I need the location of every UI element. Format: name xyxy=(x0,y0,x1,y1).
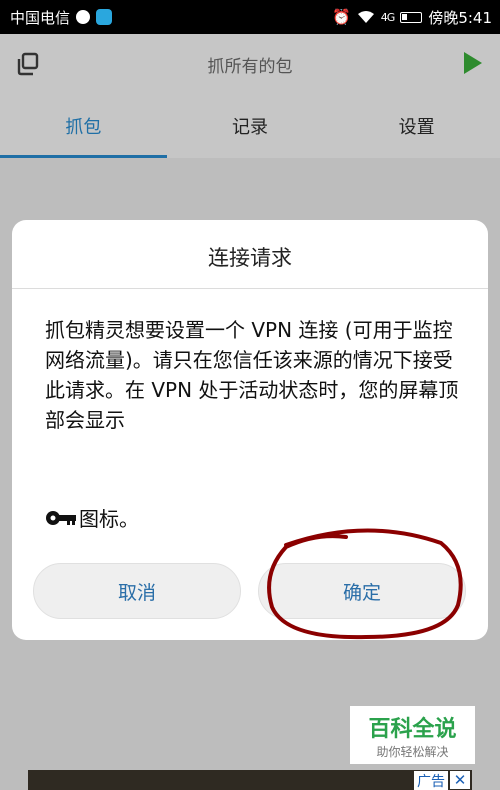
tab-bar: 抓包 记录 设置 xyxy=(0,94,500,158)
tab-records[interactable]: 记录 xyxy=(167,94,334,158)
cancel-button[interactable]: 取消 xyxy=(33,563,241,619)
watermark-logo: 百科全说 助你轻松解决 xyxy=(350,706,475,764)
confirm-button[interactable]: 确定 xyxy=(258,563,466,619)
battery-icon xyxy=(400,11,423,23)
dialog-divider xyxy=(12,288,488,289)
watermark-subtitle: 助你轻松解决 xyxy=(376,744,449,759)
app-toolbar: 抓所有的包 xyxy=(0,34,500,94)
page-title: 抓所有的包 xyxy=(207,56,293,77)
close-icon[interactable]: ✕ xyxy=(450,771,470,789)
key-icon xyxy=(46,510,76,525)
play-icon[interactable] xyxy=(464,52,482,74)
alarm-icon: ⏰ xyxy=(332,8,351,26)
dialog-title: 连接请求 xyxy=(208,246,292,270)
carrier-label: 中国电信 xyxy=(10,8,71,27)
copy-icon[interactable] xyxy=(16,52,40,76)
tab-settings[interactable]: 设置 xyxy=(333,94,500,158)
dialog-footer: 图标。 xyxy=(45,503,139,532)
watermark-title: 百科全说 xyxy=(368,716,457,742)
status-bar: 中国电信 ⏰ 4G 傍晚5:41 xyxy=(0,0,500,34)
video-app-icon xyxy=(96,9,113,25)
signal-icon: 4G xyxy=(380,10,395,24)
tab-capture[interactable]: 抓包 xyxy=(0,94,167,158)
wifi-icon xyxy=(357,11,374,23)
dialog-message: 抓包精灵想要设置一个 VPN 连接 (可用于监控网络流量)。请只在您信任该来源的… xyxy=(45,318,459,432)
footer-text: 图标。 xyxy=(79,507,139,531)
vpn-connection-dialog: 连接请求 抓包精灵想要设置一个 VPN 连接 (可用于监控网络流量)。请只在您信… xyxy=(12,220,488,640)
qq-icon xyxy=(76,10,91,24)
clock: 傍晚5:41 xyxy=(428,8,492,27)
ad-banner[interactable]: 广告 ✕ xyxy=(28,770,472,790)
ad-label: 广告 xyxy=(414,771,448,790)
